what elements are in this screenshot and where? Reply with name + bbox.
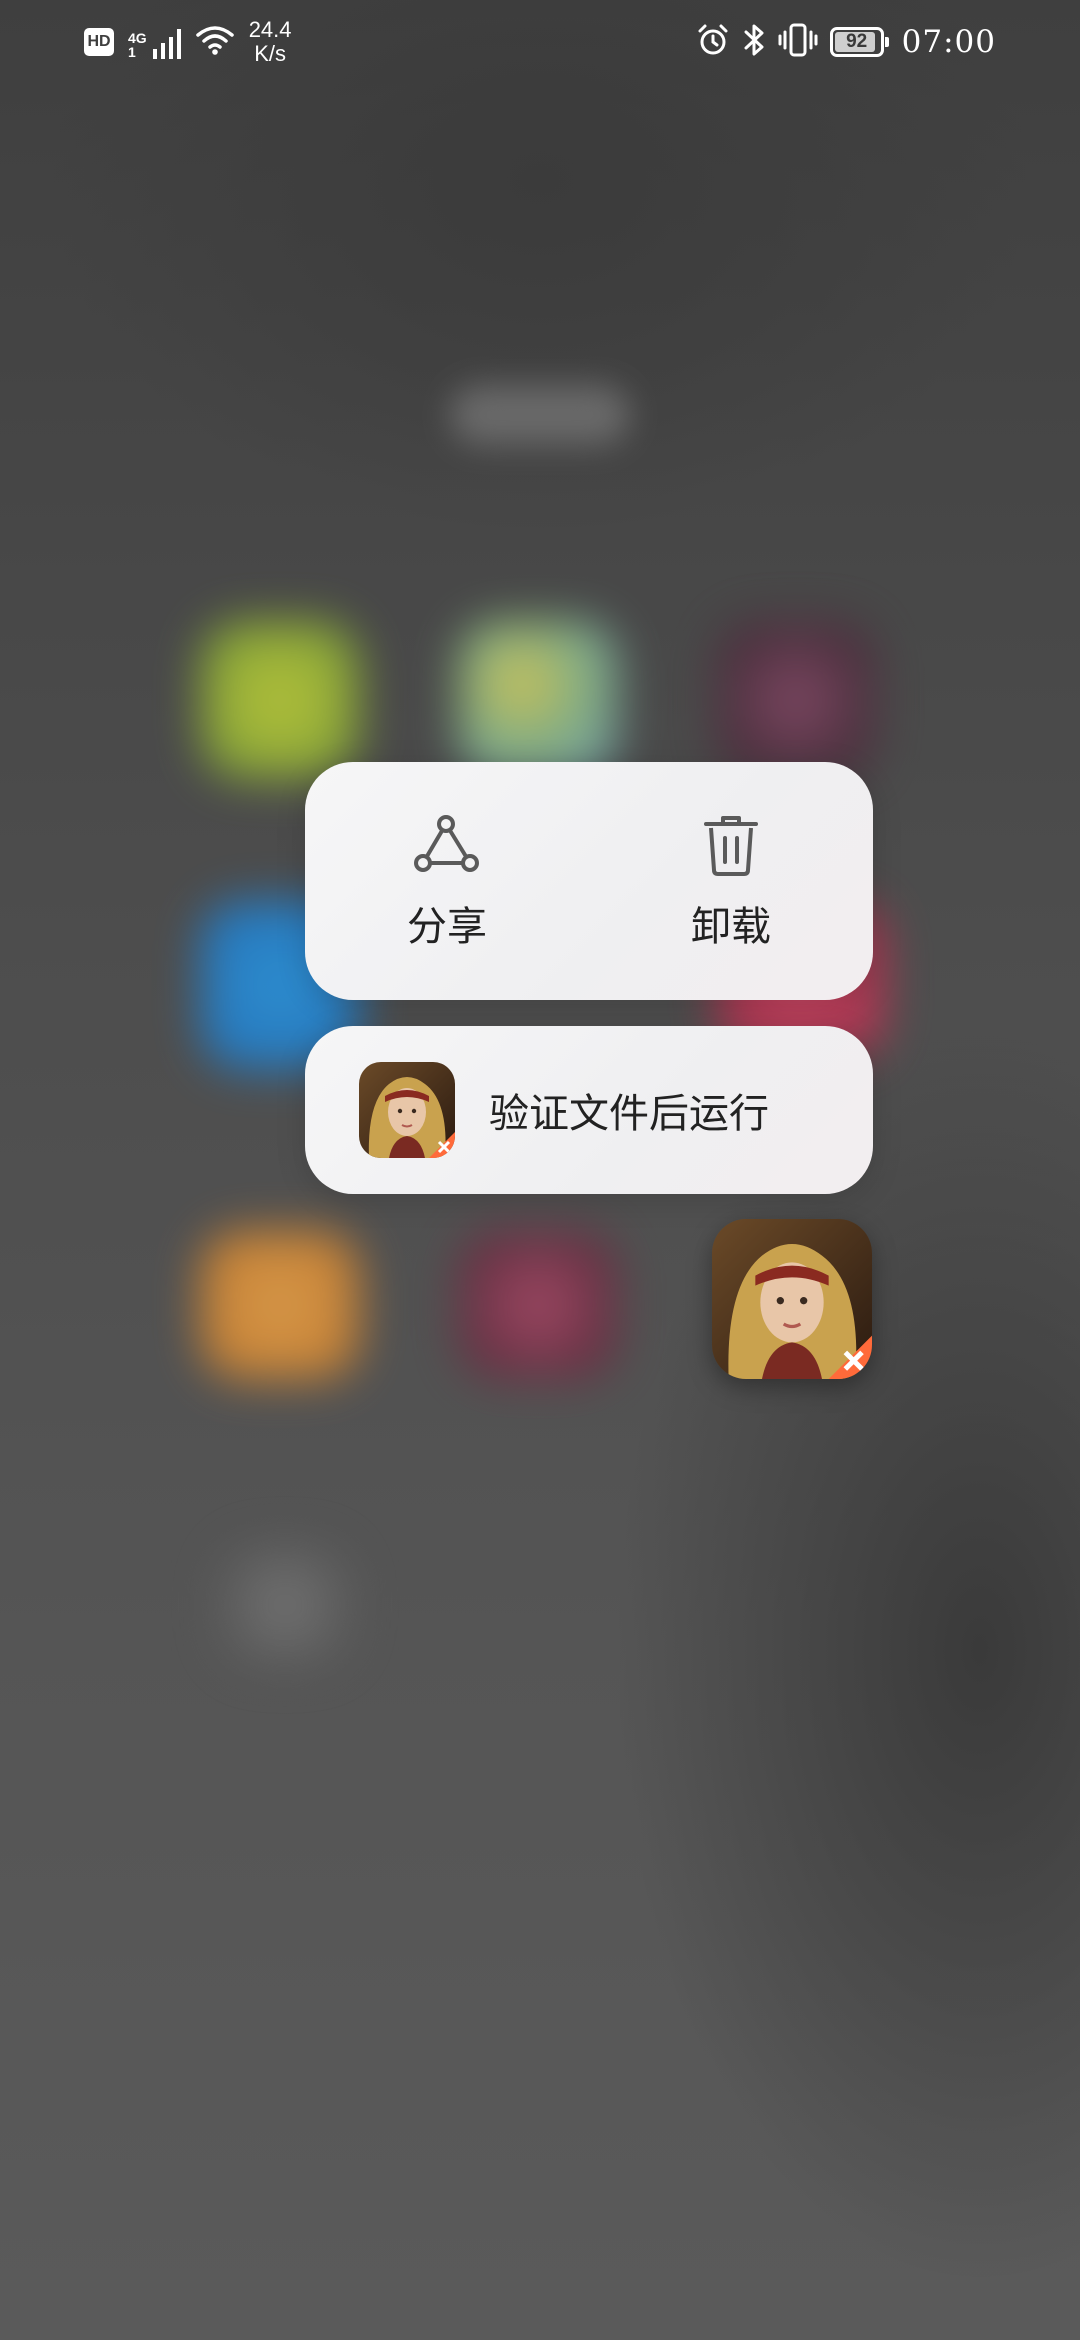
battery-level-text: 92 [846,31,868,52]
status-bar: HD 4G 1 24.4 K/s 92 07:00 [0,0,1080,80]
status-right-group: 92 07:00 [696,14,996,70]
network-speed-value: 24.4 [248,17,292,42]
status-left-group: HD 4G 1 24.4 K/s [84,14,292,70]
alarm-icon [696,23,730,61]
shortcut-item-verify-run[interactable]: 验证文件后运行 [305,1026,873,1194]
bluetooth-icon [742,22,766,62]
signal-icon: 4G 1 [128,25,181,59]
share-action[interactable]: 分享 [305,762,589,1000]
network-speed: 24.4 K/s [249,18,292,66]
blurred-app-icon [200,1230,360,1380]
game-app-icon[interactable] [712,1219,872,1379]
wifi-icon [195,24,235,60]
network-speed-unit: K/s [254,41,286,66]
blurred-app-icon [200,620,360,780]
blurred-app-icon [458,1230,618,1380]
hd-icon: HD [84,28,114,56]
network-type-label: 4G [128,30,147,46]
blurred-folder-title [450,385,630,445]
blurred-app-icon [716,620,876,780]
share-icon [412,814,482,876]
battery-icon: 92 [829,27,889,57]
uninstall-label: 卸载 [691,904,771,950]
share-label: 分享 [407,904,487,950]
context-menu-actions: 分享 卸载 [305,762,873,1000]
network-sub-label: 1 [128,44,136,60]
blurred-app-icon [458,620,618,780]
shortcut-label: 验证文件后运行 [489,1091,769,1137]
trash-icon [696,814,766,876]
blurred-app-icon [215,1540,355,1670]
uninstall-action[interactable]: 卸载 [589,762,873,1000]
game-app-icon [359,1062,455,1158]
vibrate-icon [778,22,818,62]
status-time: 07:00 [901,24,996,60]
